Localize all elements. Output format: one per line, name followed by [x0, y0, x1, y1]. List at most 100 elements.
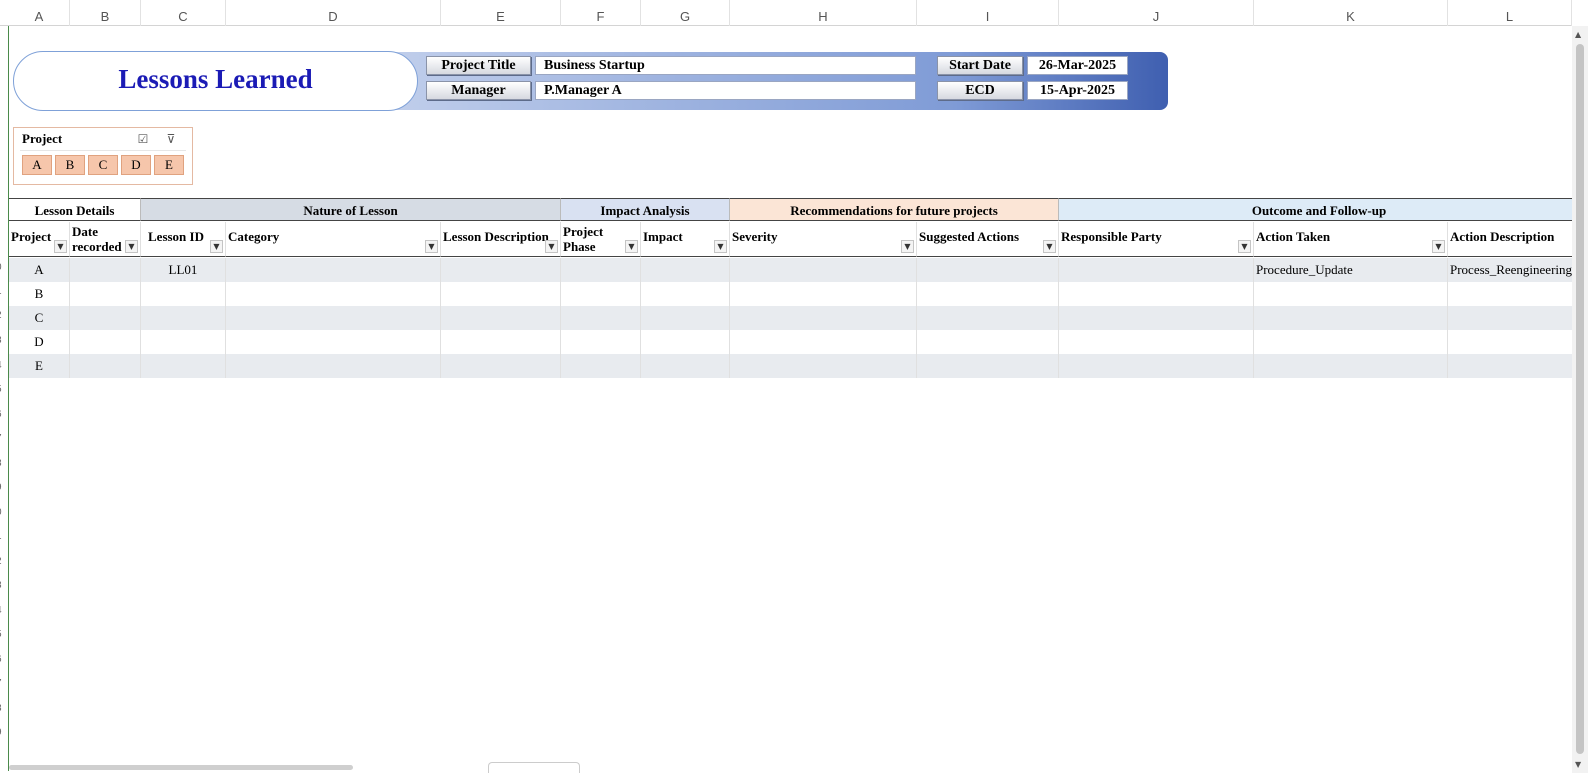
cell-responsible-party[interactable]	[1059, 306, 1254, 330]
header-responsible-party[interactable]: Responsible Party ▼	[1059, 222, 1254, 257]
header-action-description[interactable]: Action Description	[1448, 222, 1580, 257]
sheet-tab[interactable]	[488, 762, 580, 773]
header-lesson-description[interactable]: Lesson Description ▼	[441, 222, 561, 257]
multi-select-icon[interactable]: ☑	[136, 132, 150, 146]
cell-project-phase[interactable]	[561, 354, 641, 378]
row-number[interactable]: 5	[0, 629, 9, 640]
row-number[interactable]: 4	[0, 360, 9, 371]
cell-severity[interactable]	[730, 282, 917, 306]
group-outcome-follow-up[interactable]: Outcome and Follow-up	[1059, 198, 1580, 221]
column-header-l[interactable]: L	[1448, 0, 1572, 26]
cell-project[interactable]: A	[9, 258, 70, 282]
column-header-f[interactable]: F	[561, 0, 641, 26]
cell-action-description[interactable]	[1448, 282, 1580, 306]
slicer-item-e[interactable]: E	[154, 155, 184, 175]
group-nature-of-lesson[interactable]: Nature of Lesson	[141, 198, 561, 221]
vertical-scrollbar[interactable]: ▲ ▼	[1572, 26, 1588, 773]
row-number[interactable]: 5	[0, 384, 9, 395]
slicer-item-b[interactable]: B	[55, 155, 85, 175]
cell-date-recorded[interactable]	[70, 354, 141, 378]
header-category[interactable]: Category ▼	[226, 222, 441, 257]
row-number[interactable]: 3	[0, 580, 9, 591]
cell-suggested-actions[interactable]	[917, 282, 1059, 306]
cell-lesson-id[interactable]	[141, 306, 226, 330]
cell-lesson-id[interactable]	[141, 282, 226, 306]
row-number[interactable]: 9	[0, 727, 9, 738]
cell-category[interactable]	[226, 282, 441, 306]
cell-action-description[interactable]	[1448, 306, 1580, 330]
filter-dropdown-icon[interactable]: ▼	[1043, 240, 1056, 253]
filter-dropdown-icon[interactable]: ▼	[625, 240, 638, 253]
cell-lesson-id[interactable]	[141, 330, 226, 354]
cell-project[interactable]: E	[9, 354, 70, 378]
cell-responsible-party[interactable]	[1059, 330, 1254, 354]
header-date-recorded[interactable]: Date recorded ▼	[70, 222, 141, 257]
manager-value[interactable]: P.Manager A	[535, 81, 916, 100]
header-project-phase[interactable]: Project Phase ▼	[561, 222, 641, 257]
cell-severity[interactable]	[730, 330, 917, 354]
cell-action-description[interactable]: Process_Reengineering	[1448, 258, 1580, 282]
cell-responsible-party[interactable]	[1059, 258, 1254, 282]
row-number[interactable]: 6	[0, 409, 9, 420]
column-header-i[interactable]: I	[917, 0, 1059, 26]
column-header-d[interactable]: D	[226, 0, 441, 26]
start-date-value[interactable]: 26-Mar-2025	[1027, 56, 1128, 75]
column-header-g[interactable]: G	[641, 0, 730, 26]
slicer-item-a[interactable]: A	[22, 155, 52, 175]
cell-project[interactable]: D	[9, 330, 70, 354]
title-shape[interactable]: Lessons Learned	[13, 51, 418, 111]
row-number[interactable]: 7	[0, 678, 9, 689]
column-header-k[interactable]: K	[1254, 0, 1448, 26]
header-severity[interactable]: Severity ▼	[730, 222, 917, 257]
cell-action-description[interactable]	[1448, 330, 1580, 354]
column-header-b[interactable]: B	[70, 0, 141, 26]
horizontal-scrollbar[interactable]	[9, 765, 353, 770]
filter-dropdown-icon[interactable]: ▼	[54, 240, 67, 253]
cell-project-phase[interactable]	[561, 330, 641, 354]
row-number[interactable]: 1	[0, 531, 9, 542]
cell-impact[interactable]	[641, 306, 730, 330]
row-number[interactable]: 1	[0, 286, 9, 297]
cell-action-taken[interactable]	[1254, 306, 1448, 330]
slicer-item-d[interactable]: D	[121, 155, 151, 175]
cell-lesson-id[interactable]	[141, 354, 226, 378]
cell-date-recorded[interactable]	[70, 282, 141, 306]
cell-impact[interactable]	[641, 330, 730, 354]
cell-suggested-actions[interactable]	[917, 354, 1059, 378]
group-lesson-details[interactable]: Lesson Details	[9, 198, 141, 221]
filter-dropdown-icon[interactable]: ▼	[425, 240, 438, 253]
cell-suggested-actions[interactable]	[917, 258, 1059, 282]
cell-category[interactable]	[226, 354, 441, 378]
cell-responsible-party[interactable]	[1059, 282, 1254, 306]
cell-lesson-description[interactable]	[441, 282, 561, 306]
cell-project-phase[interactable]	[561, 282, 641, 306]
cell-lesson-description[interactable]	[441, 258, 561, 282]
filter-dropdown-icon[interactable]: ▼	[210, 240, 223, 253]
header-project[interactable]: Project ▼	[9, 222, 70, 257]
cell-impact[interactable]	[641, 282, 730, 306]
cell-project[interactable]: B	[9, 282, 70, 306]
cell-action-taken[interactable]	[1254, 354, 1448, 378]
clear-filter-icon[interactable]: ⊽	[164, 132, 178, 146]
column-header-a[interactable]: A	[9, 0, 70, 26]
project-slicer[interactable]: Project ☑ ⊽ A B C D E	[13, 127, 193, 185]
project-title-value[interactable]: Business Startup	[535, 56, 916, 75]
filter-dropdown-icon[interactable]: ▼	[1238, 240, 1251, 253]
scroll-up-icon[interactable]: ▲	[1575, 30, 1581, 39]
header-lesson-id[interactable]: Lesson ID ▼	[141, 222, 226, 257]
cell-severity[interactable]	[730, 354, 917, 378]
column-header-j[interactable]: J	[1059, 0, 1254, 26]
filter-dropdown-icon[interactable]: ▼	[1432, 240, 1445, 253]
row-number[interactable]: 0	[0, 507, 9, 518]
cell-severity[interactable]	[730, 306, 917, 330]
scroll-down-icon[interactable]: ▼	[1575, 760, 1581, 769]
row-number[interactable]: 8	[0, 703, 9, 714]
row-number[interactable]: 0	[0, 262, 9, 273]
slicer-item-c[interactable]: C	[88, 155, 118, 175]
cell-action-taken[interactable]	[1254, 282, 1448, 306]
filter-dropdown-icon[interactable]: ▼	[125, 240, 138, 253]
ecd-value[interactable]: 15-Apr-2025	[1027, 81, 1128, 100]
cell-lesson-description[interactable]	[441, 354, 561, 378]
cell-lesson-description[interactable]	[441, 330, 561, 354]
row-number[interactable]: 6	[0, 654, 9, 665]
